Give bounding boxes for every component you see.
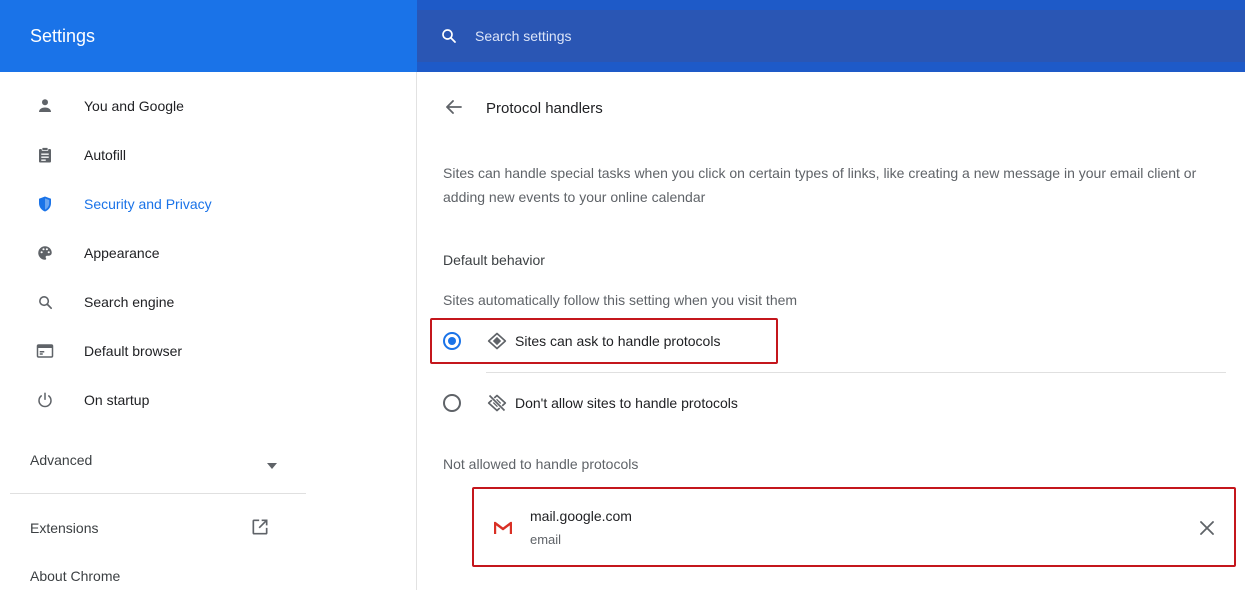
advanced-toggle[interactable]: Advanced <box>0 440 400 480</box>
sidebar-item-you-and-google[interactable]: You and Google <box>0 86 400 126</box>
sidebar-item-appearance[interactable]: Appearance <box>0 233 400 273</box>
page-title: Protocol handlers <box>486 100 603 117</box>
page-description: Sites can handle special tasks when you … <box>443 165 1197 205</box>
default-behavior-subtitle: Sites automatically follow this setting … <box>443 292 798 308</box>
advanced-label: Advanced <box>30 452 93 468</box>
sidebar-divider <box>10 493 306 494</box>
open-in-new-icon <box>250 517 270 542</box>
palette-icon <box>34 242 56 264</box>
person-icon <box>34 95 56 117</box>
back-button[interactable] <box>442 95 466 119</box>
sidebar-item-autofill[interactable]: Autofill <box>0 135 400 175</box>
settings-title: Settings <box>30 25 96 46</box>
search-box[interactable] <box>417 10 1245 62</box>
sidebar: You and Google Autofill Security and Pri… <box>0 72 417 590</box>
sidebar-item-label: Appearance <box>84 245 160 261</box>
close-icon <box>1200 521 1214 535</box>
not-allowed-title: Not allowed to handle protocols <box>443 456 639 472</box>
default-behavior-title: Default behavior <box>443 252 545 268</box>
blocked-site-row: mail.google.com email <box>472 487 1236 567</box>
arrow-back-icon <box>446 100 462 114</box>
sidebar-item-label: You and Google <box>84 98 184 114</box>
search-icon <box>439 26 459 46</box>
sidebar-item-label: Autofill <box>84 147 127 163</box>
protocol-handler-off-icon <box>487 393 507 413</box>
option-block-protocols[interactable]: Don't allow sites to handle protocols <box>443 381 1225 425</box>
option-label: Don't allow sites to handle protocols <box>515 395 738 411</box>
extensions-label: Extensions <box>30 520 99 536</box>
main-content: Protocol handlers Sites can handle speci… <box>418 72 1245 590</box>
site-protocol: email <box>530 532 562 547</box>
search-icon <box>34 291 56 313</box>
sidebar-item-search-engine[interactable]: Search engine <box>0 282 400 322</box>
power-icon <box>34 389 56 411</box>
sidebar-item-extensions[interactable]: Extensions <box>0 508 400 548</box>
sidebar-item-label: Search engine <box>84 294 175 310</box>
sidebar-item-about-chrome[interactable]: About Chrome <box>30 568 120 584</box>
chevron-down-icon <box>267 456 277 474</box>
sidebar-item-label: Security and Privacy <box>84 196 212 212</box>
remove-site-button[interactable] <box>1196 517 1218 539</box>
browser-icon <box>34 340 56 362</box>
top-bar: Settings <box>0 0 1245 72</box>
search-input[interactable] <box>475 28 975 44</box>
shield-icon <box>34 193 56 215</box>
sidebar-item-label: On startup <box>84 392 150 408</box>
header-title-area: Settings <box>0 0 417 72</box>
radio-button-unchecked[interactable] <box>443 394 461 412</box>
sidebar-item-security-and-privacy[interactable]: Security and Privacy <box>0 184 400 224</box>
site-name: mail.google.com <box>530 508 632 524</box>
sidebar-item-default-browser[interactable]: Default browser <box>0 331 400 371</box>
sidebar-item-label: Default browser <box>84 343 183 359</box>
highlight-box <box>430 318 778 364</box>
header-search-area <box>417 0 1245 72</box>
clipboard-icon <box>34 144 56 166</box>
sidebar-item-on-startup[interactable]: On startup <box>0 380 400 420</box>
option-divider <box>486 372 1226 373</box>
gmail-icon <box>493 521 513 535</box>
